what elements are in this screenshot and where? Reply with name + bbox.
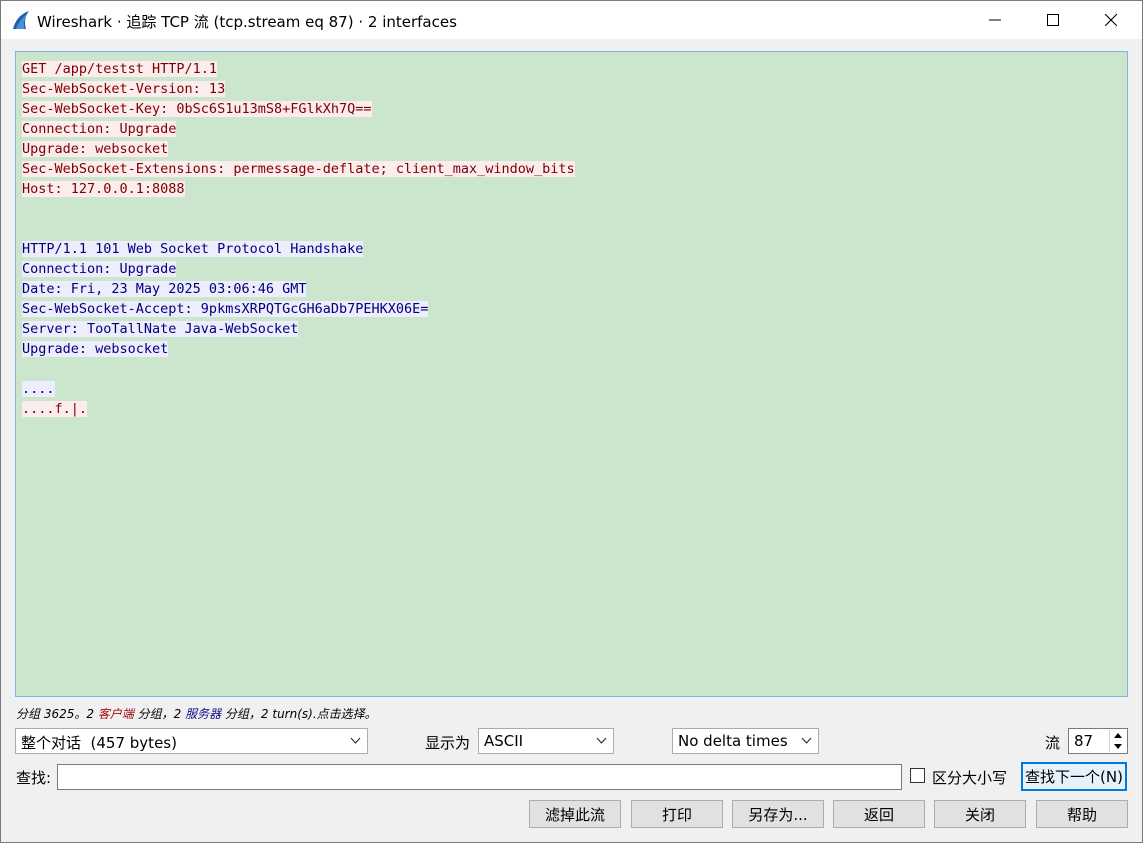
stream-line-text: Upgrade: websocket bbox=[22, 141, 169, 157]
stream-line-text: Sec-WebSocket-Key: 0bSc6S1u13mS8+FGlkXh7… bbox=[22, 101, 372, 117]
triangle-up-icon bbox=[1114, 733, 1122, 738]
stream-line-text: Connection: Upgrade bbox=[22, 121, 177, 137]
stream-line: Sec-WebSocket-Key: 0bSc6S1u13mS8+FGlkXh7… bbox=[22, 99, 1121, 119]
title-bar: Wireshark · 追踪 TCP 流 (tcp.stream eq 87) … bbox=[1, 1, 1142, 39]
case-sensitive-label[interactable]: 区分大小写 bbox=[932, 767, 1007, 788]
spin-down-button[interactable] bbox=[1110, 741, 1126, 752]
stream-line: Connection: Upgrade bbox=[22, 119, 1121, 139]
maximize-button[interactable] bbox=[1024, 1, 1082, 39]
stream-line: Sec-WebSocket-Version: 13 bbox=[22, 79, 1121, 99]
show-as-select[interactable]: ASCII bbox=[478, 728, 614, 754]
stream-line-text: .... bbox=[22, 381, 55, 397]
stream-number-value: 87 bbox=[1074, 732, 1094, 750]
stream-line bbox=[22, 199, 1121, 219]
stream-line-text: HTTP/1.1 101 Web Socket Protocol Handsha… bbox=[22, 241, 364, 257]
spin-arrows bbox=[1109, 730, 1126, 752]
close-window-button[interactable] bbox=[1082, 1, 1140, 39]
status-middle: 分组，2 bbox=[133, 707, 186, 721]
print-button[interactable]: 打印 bbox=[631, 800, 723, 828]
stream-line-text: Server: TooTallNate Java-WebSocket bbox=[22, 321, 299, 337]
chevron-down-icon bbox=[801, 737, 812, 744]
close-button[interactable]: 关闭 bbox=[934, 800, 1026, 828]
chevron-down-icon bbox=[350, 737, 361, 744]
stream-line-text: Sec-WebSocket-Accept: 9pkmsXRPQTGcGH6aDb… bbox=[22, 301, 429, 317]
save-as-button[interactable]: 另存为... bbox=[732, 800, 824, 828]
window-title: Wireshark · 追踪 TCP 流 (tcp.stream eq 87) … bbox=[37, 13, 457, 31]
stream-status-line[interactable]: 分组 3625。2 客户端 分组，2 服务器 分组，2 turn(s).点击选择… bbox=[16, 705, 377, 722]
case-sensitive-checkbox[interactable] bbox=[910, 768, 925, 783]
spin-up-button[interactable] bbox=[1110, 730, 1126, 741]
follow-tcp-stream-window: Wireshark · 追踪 TCP 流 (tcp.stream eq 87) … bbox=[0, 0, 1143, 843]
stream-line: .... bbox=[22, 379, 1121, 399]
find-label: 查找: bbox=[16, 769, 52, 787]
stream-line: ....f.|. bbox=[22, 399, 1121, 419]
conversation-select-value: 整个对话 (457 bytes) bbox=[21, 734, 177, 752]
stream-line-text: Connection: Upgrade bbox=[22, 261, 177, 277]
wireshark-fin-icon bbox=[11, 10, 31, 30]
status-server-label: 服务器 bbox=[185, 707, 222, 721]
stream-line-text: Date: Fri, 23 May 2025 03:06:46 GMT bbox=[22, 281, 307, 297]
stream-line-text: Sec-WebSocket-Version: 13 bbox=[22, 81, 226, 97]
stream-line: Sec-WebSocket-Extensions: permessage-def… bbox=[22, 159, 1121, 179]
stream-line: Connection: Upgrade bbox=[22, 259, 1121, 279]
stream-line-text: Sec-WebSocket-Extensions: permessage-def… bbox=[22, 161, 575, 177]
stream-line bbox=[22, 219, 1121, 239]
stream-line: Server: TooTallNate Java-WebSocket bbox=[22, 319, 1121, 339]
triangle-down-icon bbox=[1114, 744, 1122, 749]
show-as-select-value: ASCII bbox=[484, 732, 524, 750]
stream-line-text: GET /app/testst HTTP/1.1 bbox=[22, 61, 218, 77]
delta-times-select-value: No delta times bbox=[678, 732, 788, 750]
back-button[interactable]: 返回 bbox=[833, 800, 925, 828]
stream-line bbox=[22, 359, 1121, 379]
conversation-select[interactable]: 整个对话 (457 bytes) bbox=[15, 728, 368, 754]
stream-line: Upgrade: websocket bbox=[22, 139, 1121, 159]
find-next-button[interactable]: 查找下一个(N) bbox=[1021, 762, 1127, 791]
minimize-button[interactable] bbox=[966, 1, 1024, 39]
stream-line: Sec-WebSocket-Accept: 9pkmsXRPQTGcGH6aDb… bbox=[22, 299, 1121, 319]
filter-out-stream-button[interactable]: 滤掉此流 bbox=[529, 800, 621, 828]
find-input[interactable] bbox=[57, 764, 902, 790]
stream-line-text: Host: 127.0.0.1:8088 bbox=[22, 181, 185, 197]
stream-line: Date: Fri, 23 May 2025 03:06:46 GMT bbox=[22, 279, 1121, 299]
chevron-down-icon bbox=[596, 737, 607, 744]
help-button[interactable]: 帮助 bbox=[1036, 800, 1128, 828]
maximize-icon bbox=[1047, 14, 1059, 26]
delta-times-select[interactable]: No delta times bbox=[672, 728, 819, 754]
stream-line-text: ....f.|. bbox=[22, 401, 88, 417]
status-client-label: 客户端 bbox=[97, 707, 134, 721]
stream-line: HTTP/1.1 101 Web Socket Protocol Handsha… bbox=[22, 239, 1121, 259]
stream-line-text: Upgrade: websocket bbox=[22, 341, 169, 357]
status-prefix: 分组 3625。2 bbox=[16, 707, 98, 721]
close-icon bbox=[1105, 14, 1117, 26]
stream-line: Upgrade: websocket bbox=[22, 339, 1121, 359]
stream-line: GET /app/testst HTTP/1.1 bbox=[22, 59, 1121, 79]
stream-number-label: 流 bbox=[1045, 734, 1061, 752]
stream-content-text-area[interactable]: GET /app/testst HTTP/1.1 Sec-WebSocket-Ve… bbox=[15, 51, 1128, 697]
minimize-icon bbox=[989, 19, 1001, 21]
show-as-label: 显示为 bbox=[425, 734, 471, 752]
stream-line: Host: 127.0.0.1:8088 bbox=[22, 179, 1121, 199]
status-suffix: 分组，2 turn(s).点击选择。 bbox=[221, 707, 377, 721]
stream-number-spinbox[interactable]: 87 bbox=[1068, 728, 1128, 754]
